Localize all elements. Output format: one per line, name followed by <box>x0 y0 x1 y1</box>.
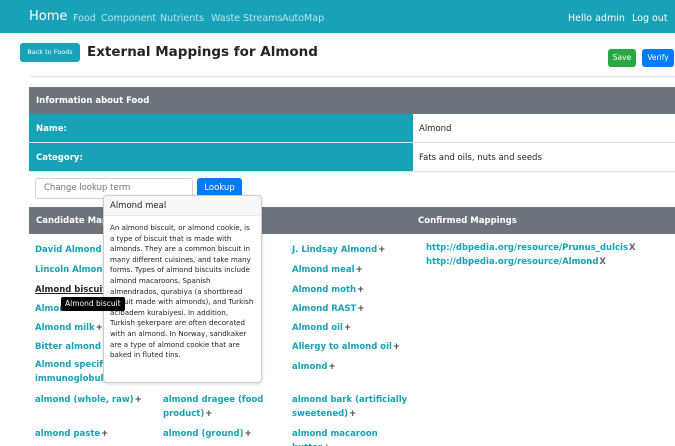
candidate-item[interactable]: butter+ <box>292 441 330 446</box>
popover-line: biscuit made with almonds), and Turkish <box>110 297 254 307</box>
save-button[interactable]: Save <box>608 49 636 67</box>
nav-link-food[interactable]: Food <box>73 13 96 24</box>
popover-title: Almond meal <box>104 196 261 216</box>
popover-line: many different cuisines, and take many <box>110 254 251 264</box>
candidate-item[interactable]: sweetened)+ <box>292 407 356 421</box>
candidate-item[interactable]: Almond meal+ <box>292 263 363 277</box>
divider <box>29 76 675 77</box>
popover-line: An almond biscuit, or almond cookie, is <box>110 223 250 232</box>
candidate-item[interactable]: Allergy to almond oil+ <box>292 340 400 354</box>
candidate-item[interactable]: almond+ <box>292 360 336 374</box>
popover-line: forms. Types of almond biscuits include <box>110 265 250 275</box>
candidate-item-hovered[interactable]: Almond biscuit <box>35 283 106 297</box>
popover-line: Turkish şekerpare are often decorated <box>110 318 245 328</box>
add-icon[interactable]: + <box>357 285 364 295</box>
popover-line: are a type of almond cookie that are <box>110 339 240 349</box>
candidate-item[interactable]: J. Lindsay Almond+ <box>292 243 385 257</box>
candidate-item[interactable]: almond dragee (food <box>163 393 263 407</box>
add-icon[interactable]: + <box>135 395 142 405</box>
candidate-item[interactable]: Almond RAST+ <box>292 302 364 316</box>
popover-line: baked in fluted tins. <box>110 350 181 360</box>
candidate-item[interactable]: Almond moth+ <box>292 283 364 297</box>
add-icon[interactable]: + <box>205 409 212 419</box>
candidate-item[interactable]: Almond oil+ <box>292 321 351 335</box>
info-row-name: Name: Almond <box>29 114 675 143</box>
remove-icon[interactable]: X <box>629 243 636 253</box>
add-icon[interactable]: + <box>357 304 364 314</box>
add-icon[interactable]: + <box>96 323 103 333</box>
add-icon[interactable]: + <box>245 429 252 439</box>
description-popover: Almond meal An almond biscuit, or almond… <box>103 195 262 383</box>
popover-body: An almond biscuit, or almond cookie, is … <box>104 216 261 361</box>
popover-line: almendrados, qurabiya (a shortbread <box>110 286 243 296</box>
navbar: Home Food Component Nutrients Waste Stre… <box>0 0 675 33</box>
candidate-item[interactable]: David Almond+ <box>35 243 110 257</box>
logout-link[interactable]: Log out <box>632 13 668 24</box>
info-label-category: Category: <box>29 143 413 171</box>
add-icon[interactable]: + <box>349 409 356 419</box>
page-title: External Mappings for Almond <box>87 44 318 60</box>
candidate-item[interactable]: Bitter almond oi <box>35 340 113 354</box>
popover-line: a type of biscuit that is made with <box>110 233 232 243</box>
confirmed-mapping[interactable]: http://dbpedia.org/resource/AlmondX <box>426 257 606 267</box>
info-value-name: Almond <box>419 124 452 134</box>
confirmed-mapping[interactable]: http://dbpedia.org/resource/Prunus_dulci… <box>426 243 636 253</box>
candidate-item[interactable]: Almond specific <box>35 358 110 372</box>
info-value-category: Fats and oils, nuts and seeds <box>419 153 542 163</box>
info-table-header: Information about Food <box>29 87 675 114</box>
confirmed-mappings-heading: Confirmed Mappings <box>418 216 517 226</box>
candidate-item[interactable]: almond (ground)+ <box>163 427 252 441</box>
nav-link-automap[interactable]: AutoMap <box>282 13 324 24</box>
hover-tooltip: Almond biscuit <box>61 297 125 311</box>
add-icon[interactable]: + <box>101 429 108 439</box>
add-icon[interactable]: + <box>356 265 363 275</box>
add-icon[interactable]: + <box>344 323 351 333</box>
nav-link-component[interactable]: Component <box>101 13 156 24</box>
candidate-item[interactable]: almond paste+ <box>35 427 108 441</box>
candidate-item[interactable]: immunoglobulin <box>35 372 112 386</box>
candidate-item[interactable]: almond (whole, raw)+ <box>35 393 142 407</box>
nav-link-waste-streams[interactable]: Waste Streams <box>211 13 282 24</box>
candidate-item[interactable]: Almond milk+ <box>35 321 103 335</box>
popover-line: acıbadem kurabiyesi. In addition, <box>110 307 228 317</box>
verify-button[interactable]: Verify <box>642 49 674 67</box>
popover-line: almond macaroons, Spanish <box>110 275 211 285</box>
candidate-item[interactable]: almond macaroon <box>292 427 378 441</box>
candidate-item[interactable]: product)+ <box>163 407 212 421</box>
candidate-item[interactable]: almond bark (artificially <box>292 393 407 407</box>
popover-line: with an almond. In Norway, sandkaker <box>110 328 247 338</box>
nav-link-nutrients[interactable]: Nutrients <box>160 13 204 24</box>
back-to-foods-button[interactable]: Back to Foods <box>20 43 80 62</box>
add-icon[interactable]: + <box>328 362 335 372</box>
add-icon[interactable]: + <box>378 245 385 255</box>
popover-line: almonds. They are a common biscuit in <box>110 244 250 254</box>
nav-home-link[interactable]: Home <box>29 9 67 24</box>
info-row-category: Category: Fats and oils, nuts and seeds <box>29 143 675 172</box>
remove-icon[interactable]: X <box>599 257 606 267</box>
info-label-name: Name: <box>29 114 413 142</box>
user-greeting: Hello admin <box>568 13 625 24</box>
add-icon[interactable]: + <box>393 342 400 352</box>
